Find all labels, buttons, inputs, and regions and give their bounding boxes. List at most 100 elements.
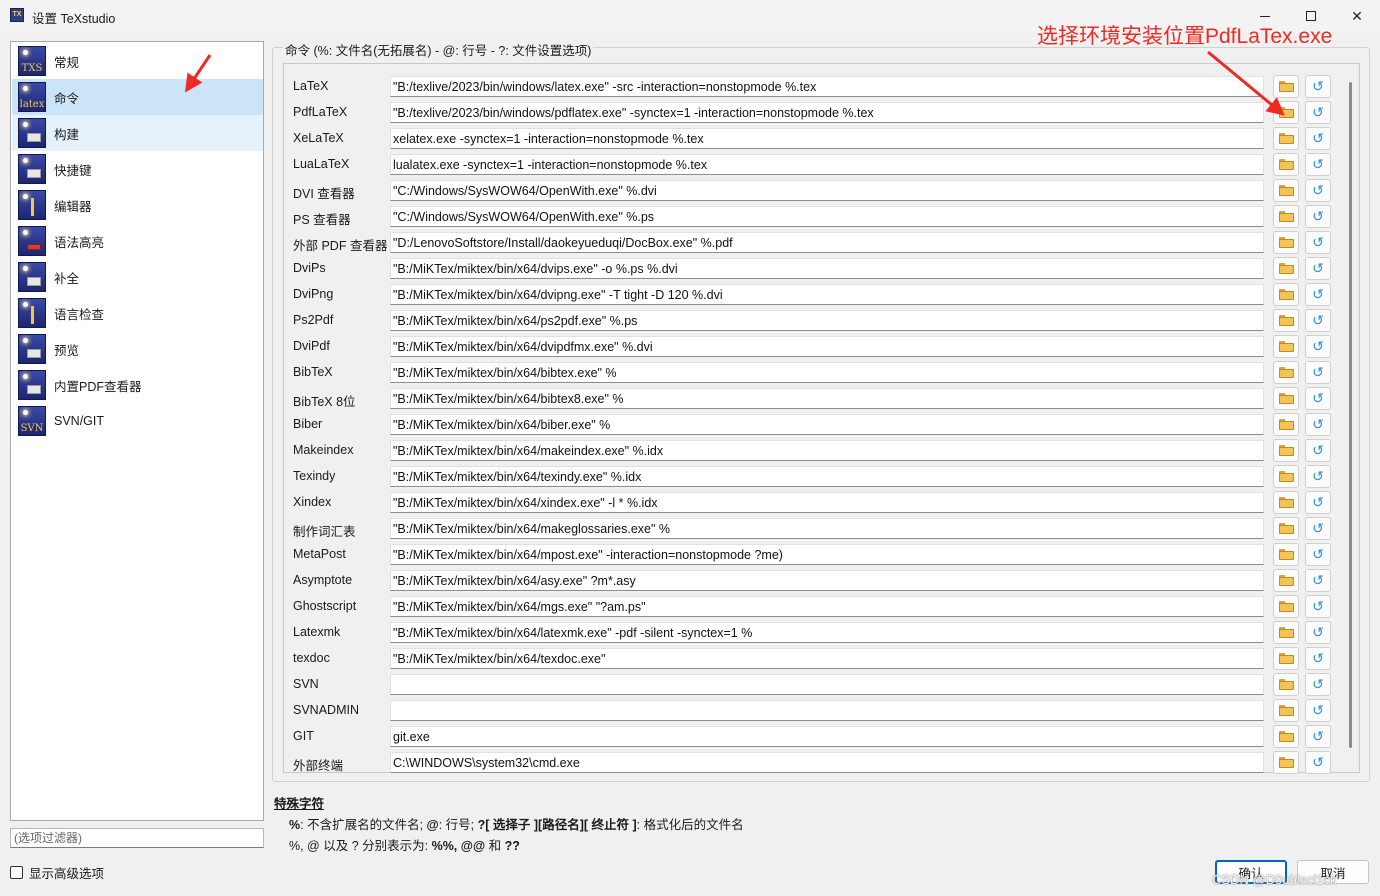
nav-item-shortcuts[interactable]: 快捷键 [12, 151, 263, 187]
reset-button[interactable]: ↺ [1305, 465, 1331, 488]
browse-button[interactable] [1273, 205, 1299, 228]
command-input[interactable] [390, 284, 1264, 305]
reset-button[interactable]: ↺ [1305, 569, 1331, 592]
reset-button[interactable]: ↺ [1305, 595, 1331, 618]
nav-item-build[interactable]: 构建 [12, 115, 263, 151]
reset-button[interactable]: ↺ [1305, 647, 1331, 670]
browse-button[interactable] [1273, 257, 1299, 280]
command-label: DviPng [293, 287, 334, 301]
nav-item-pdfviewer[interactable]: 内置PDF查看器 [12, 367, 263, 403]
reset-button[interactable]: ↺ [1305, 335, 1331, 358]
reset-button[interactable]: ↺ [1305, 491, 1331, 514]
browse-button[interactable] [1273, 751, 1299, 774]
browse-button[interactable] [1273, 699, 1299, 722]
command-input[interactable] [390, 622, 1264, 643]
command-input[interactable] [390, 466, 1264, 487]
nav-item-syntax[interactable]: 语法高亮 [12, 223, 263, 259]
reset-button[interactable]: ↺ [1305, 283, 1331, 306]
command-input[interactable] [390, 648, 1264, 669]
reset-button[interactable]: ↺ [1305, 621, 1331, 644]
browse-button[interactable] [1273, 543, 1299, 566]
options-filter-input[interactable] [10, 828, 264, 848]
browse-button[interactable] [1273, 673, 1299, 696]
browse-button[interactable] [1273, 465, 1299, 488]
advanced-options-checkbox[interactable] [10, 866, 23, 879]
command-input[interactable] [390, 596, 1264, 617]
show-advanced-options[interactable]: 显示高级选项 [10, 863, 104, 882]
command-input[interactable] [390, 102, 1264, 123]
browse-button[interactable] [1273, 283, 1299, 306]
reset-button[interactable]: ↺ [1305, 673, 1331, 696]
browse-button[interactable] [1273, 491, 1299, 514]
reset-button[interactable]: ↺ [1305, 543, 1331, 566]
reset-button[interactable]: ↺ [1305, 387, 1331, 410]
command-input[interactable] [390, 674, 1264, 695]
reset-button[interactable]: ↺ [1305, 153, 1331, 176]
command-input[interactable] [390, 570, 1264, 591]
browse-button[interactable] [1273, 439, 1299, 462]
browse-button[interactable] [1273, 413, 1299, 436]
reset-button[interactable]: ↺ [1305, 725, 1331, 748]
browse-button[interactable] [1273, 335, 1299, 358]
command-input[interactable] [390, 726, 1264, 747]
command-input[interactable] [390, 336, 1264, 357]
command-input[interactable] [390, 128, 1264, 149]
browse-button[interactable] [1273, 127, 1299, 150]
command-input[interactable] [390, 232, 1264, 253]
command-input[interactable] [390, 310, 1264, 331]
command-input[interactable] [390, 258, 1264, 279]
command-input[interactable] [390, 414, 1264, 435]
browse-button[interactable] [1273, 517, 1299, 540]
browse-button[interactable] [1273, 595, 1299, 618]
command-input[interactable] [390, 752, 1264, 773]
nav-item-preview[interactable]: 预览 [12, 331, 263, 367]
command-row: Ghostscript ↺ [283, 594, 1343, 620]
reset-button[interactable]: ↺ [1305, 309, 1331, 332]
nav-item-commands[interactable]: latex 命令 [12, 79, 263, 115]
command-input[interactable] [390, 76, 1264, 97]
command-input[interactable] [390, 492, 1264, 513]
reset-button[interactable]: ↺ [1305, 439, 1331, 462]
command-input[interactable] [390, 180, 1264, 201]
command-input[interactable] [390, 388, 1264, 409]
browse-button[interactable] [1273, 647, 1299, 670]
browse-button[interactable] [1273, 75, 1299, 98]
browse-button[interactable] [1273, 361, 1299, 384]
browse-button[interactable] [1273, 725, 1299, 748]
nav-item-spell[interactable]: 语言检查 [12, 295, 263, 331]
command-row: DviPng ↺ [283, 282, 1343, 308]
command-input[interactable] [390, 154, 1264, 175]
browse-button[interactable] [1273, 387, 1299, 410]
browse-button[interactable] [1273, 569, 1299, 592]
nav-item-completion[interactable]: 补全 [12, 259, 263, 295]
reset-button[interactable]: ↺ [1305, 413, 1331, 436]
browse-button[interactable] [1273, 621, 1299, 644]
reset-button[interactable]: ↺ [1305, 257, 1331, 280]
nav-item-svn[interactable]: SVN SVN/GIT [12, 403, 263, 439]
browse-button[interactable] [1273, 231, 1299, 254]
reset-button[interactable]: ↺ [1305, 699, 1331, 722]
command-input[interactable] [390, 700, 1264, 721]
reset-button[interactable]: ↺ [1305, 75, 1331, 98]
browse-button[interactable] [1273, 309, 1299, 332]
command-input[interactable] [390, 362, 1264, 383]
reset-button[interactable]: ↺ [1305, 231, 1331, 254]
nav-item-general[interactable]: TXS 常规 [12, 43, 263, 79]
browse-button[interactable] [1273, 153, 1299, 176]
command-input[interactable] [390, 206, 1264, 227]
command-input[interactable] [390, 544, 1264, 565]
browse-button[interactable] [1273, 179, 1299, 202]
reset-button[interactable]: ↺ [1305, 205, 1331, 228]
reset-button[interactable]: ↺ [1305, 751, 1331, 774]
command-input[interactable] [390, 518, 1264, 539]
close-button[interactable]: ✕ [1334, 0, 1380, 32]
browse-button[interactable] [1273, 101, 1299, 124]
nav-item-editor[interactable]: 编辑器 [12, 187, 263, 223]
reset-button[interactable]: ↺ [1305, 517, 1331, 540]
reset-button[interactable]: ↺ [1305, 101, 1331, 124]
reset-button[interactable]: ↺ [1305, 361, 1331, 384]
reset-button[interactable]: ↺ [1305, 179, 1331, 202]
reset-button[interactable]: ↺ [1305, 127, 1331, 150]
vertical-scrollbar[interactable] [1349, 82, 1352, 748]
command-input[interactable] [390, 440, 1264, 461]
